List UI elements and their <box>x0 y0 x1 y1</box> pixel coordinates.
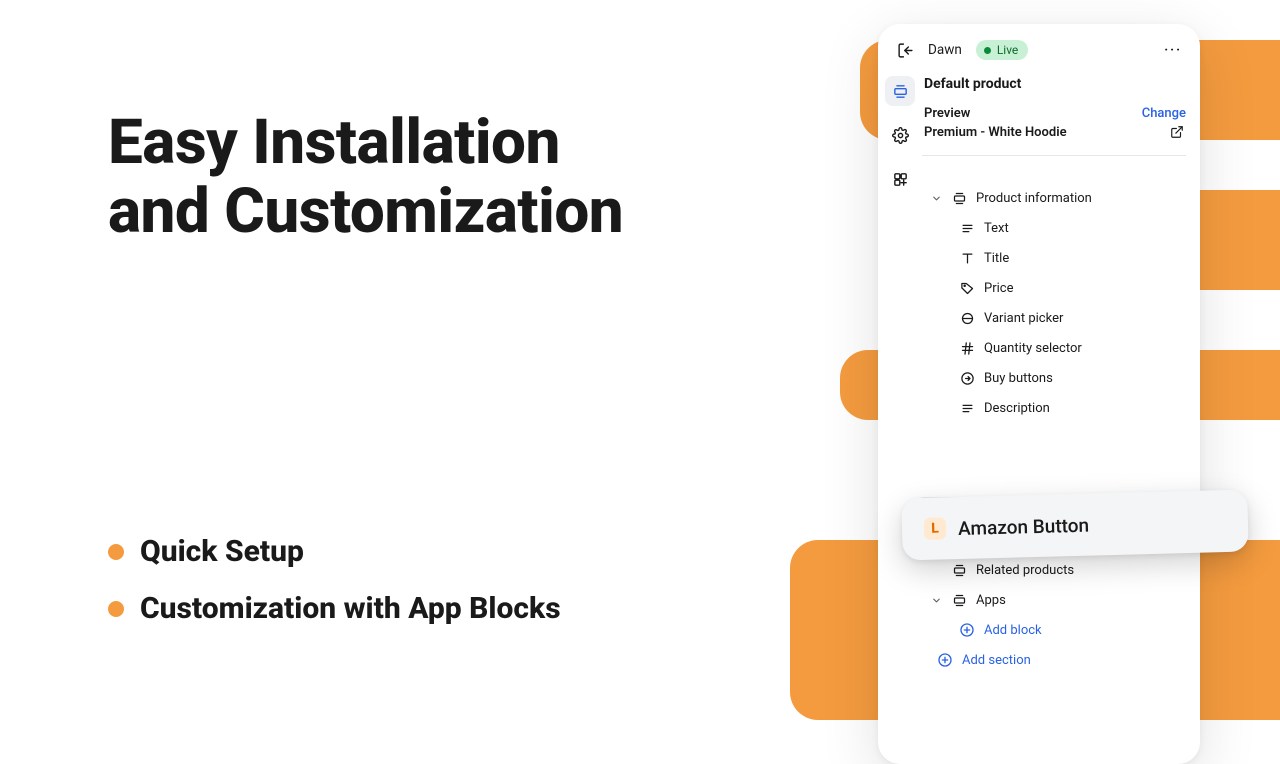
add-section-label: Add section <box>962 653 1031 668</box>
plus-circle-icon <box>936 651 954 669</box>
block-label: Title <box>984 251 1009 266</box>
theme-name: Dawn <box>928 42 962 58</box>
status-badge: Live <box>976 40 1028 60</box>
chevron-down-icon[interactable] <box>930 192 942 204</box>
rail-settings-button[interactable] <box>885 120 915 150</box>
block-text[interactable]: Text <box>922 213 1186 243</box>
block-quantity-selector[interactable]: Quantity selector <box>922 333 1186 363</box>
title-icon <box>958 249 976 267</box>
block-label: Description <box>984 401 1050 416</box>
bullet-text: Quick Setup <box>140 534 304 569</box>
headline: Easy Installation and Customization <box>108 108 623 247</box>
more-actions-button[interactable]: ··· <box>1164 43 1182 58</box>
exit-icon[interactable] <box>896 41 914 59</box>
section-icon <box>950 189 968 207</box>
section-product-information[interactable]: Product information <box>922 183 1186 213</box>
hash-icon <box>958 339 976 357</box>
add-block-button-apps[interactable]: Add block <box>922 615 1186 645</box>
block-label: Quantity selector <box>984 341 1082 356</box>
bullet-item: Customization with App Blocks <box>108 591 561 626</box>
external-link-icon[interactable] <box>1168 123 1186 141</box>
headline-line2: and Customization <box>108 175 623 248</box>
rail-sections-button[interactable] <box>885 76 915 106</box>
preview-label: Preview <box>924 106 970 121</box>
bullet-item: Quick Setup <box>108 534 561 569</box>
add-section-button[interactable]: Add section <box>922 645 1186 675</box>
text-lines-icon <box>958 399 976 417</box>
panel-header: Dawn Live ··· <box>878 24 1200 70</box>
block-title[interactable]: Title <box>922 243 1186 273</box>
section-tree: Default product Preview Change Premium -… <box>922 70 1200 675</box>
plus-circle-icon <box>958 621 976 639</box>
section-apps[interactable]: Apps <box>922 585 1186 615</box>
block-buy-buttons[interactable]: Buy buttons <box>922 363 1186 393</box>
cart-arrow-icon <box>958 369 976 387</box>
section-icon <box>950 561 968 579</box>
section-icon <box>950 591 968 609</box>
bullet-dot-icon <box>108 601 124 617</box>
callout-label: Amazon Button <box>958 513 1090 539</box>
bullet-dot-icon <box>108 544 124 560</box>
chevron-down-icon[interactable] <box>930 594 942 606</box>
template-group-label: T <box>922 154 1186 181</box>
bullet-text: Customization with App Blocks <box>140 591 561 626</box>
block-variant-picker[interactable]: Variant picker <box>922 303 1186 333</box>
preview-product-name: Premium - White Hoodie <box>924 125 1067 140</box>
status-badge-label: Live <box>997 43 1018 57</box>
status-dot-icon <box>984 47 991 54</box>
block-label: Text <box>984 221 1009 236</box>
block-label: Buy buttons <box>984 371 1053 386</box>
add-block-label: Add block <box>984 623 1042 638</box>
section-label: Apps <box>976 593 1006 608</box>
rail-apps-button[interactable] <box>885 164 915 194</box>
price-tag-icon <box>958 279 976 297</box>
text-lines-icon <box>958 219 976 237</box>
amazon-button-callout[interactable]: L Amazon Button <box>901 489 1249 560</box>
side-rail <box>878 70 922 675</box>
block-price[interactable]: Price <box>922 273 1186 303</box>
change-preview-link[interactable]: Change <box>1142 106 1186 121</box>
block-description[interactable]: Description <box>922 393 1186 423</box>
callout-spacer <box>922 423 1186 497</box>
block-label: Price <box>984 281 1013 296</box>
app-block-badge-icon: L <box>924 517 947 540</box>
block-label: Variant picker <box>984 311 1063 326</box>
variant-icon <box>958 309 976 327</box>
section-related-products[interactable]: Related products <box>922 555 1186 585</box>
section-label: Product information <box>976 191 1092 206</box>
headline-line1: Easy Installation <box>108 106 560 179</box>
section-label: Related products <box>976 563 1074 578</box>
theme-editor-panel: Dawn Live ··· Default product Preview Ch… <box>878 24 1200 764</box>
template-title: Default product <box>922 70 1186 102</box>
